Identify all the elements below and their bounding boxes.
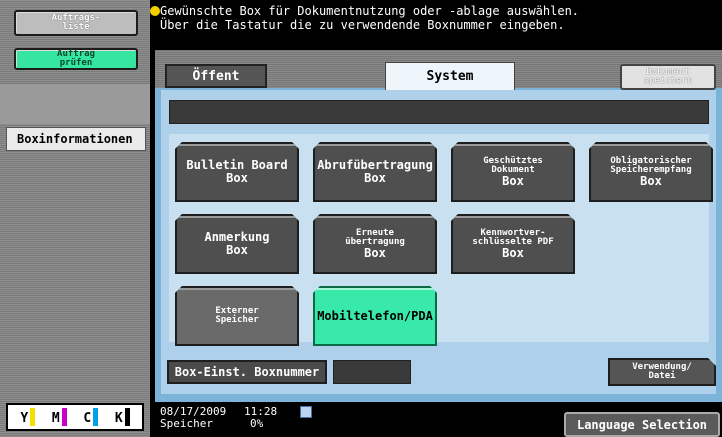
- memory-percent: 0%: [250, 417, 264, 430]
- check-job-button[interactable]: Auftrag prüfen: [14, 48, 138, 70]
- toner-black-bar: [124, 408, 130, 426]
- toner-yellow: Y: [20, 408, 36, 426]
- left-divider: [0, 84, 150, 124]
- language-selection-button[interactable]: Language Selection: [564, 412, 720, 437]
- toner-black: K: [115, 408, 130, 426]
- toner-status: Y M C K: [6, 403, 144, 431]
- box-info-button[interactable]: Boxinformationen: [6, 127, 146, 151]
- bulletin-board-box-button[interactable]: Bulletin Board Box: [175, 142, 299, 202]
- retransmit-box-button[interactable]: Erneute übertragung Box: [313, 214, 437, 274]
- tab-public-label: Öffent: [192, 68, 240, 84]
- external-memory-button[interactable]: Externer Speicher: [175, 286, 299, 346]
- toner-magenta: M: [52, 408, 67, 426]
- save-document-button[interactable]: Dokument speichern: [620, 64, 716, 90]
- polling-tx-line2: Box: [364, 171, 386, 185]
- box-number-value: [333, 360, 411, 384]
- retransmit-line3: Box: [364, 245, 386, 260]
- bulletin-board-line2: Box: [226, 171, 248, 185]
- left-panel: Auftrags- liste Auftrag prüfen Boxinform…: [0, 0, 150, 437]
- secure-doc-line3: Box: [502, 173, 524, 188]
- toner-magenta-label: M: [51, 411, 60, 426]
- mobile-pda-label: Mobiltelefon/PDA: [317, 308, 433, 323]
- usage-file-label: Verwendung/ Datei: [632, 362, 692, 381]
- info-bullet-icon: [150, 6, 160, 16]
- annotation-line2: Box: [226, 243, 248, 257]
- main-panel: Öffent System Dokument speichern Bulleti…: [155, 50, 722, 402]
- external-memory-line2: Speicher: [215, 315, 259, 325]
- toner-cyan: C: [83, 408, 99, 426]
- annotation-box-button[interactable]: Anmerkung Box: [175, 214, 299, 274]
- job-list-label: Auftrags- liste: [51, 13, 101, 32]
- message-line-2: Über die Tastatur die zu verwendende Box…: [160, 18, 565, 32]
- mandatory-memory-rx-box-button[interactable]: Obligatorischer Speicherempfang Box: [589, 142, 713, 202]
- status-bar: 08/17/2009 11:28 Speicher 0% Language Se…: [152, 402, 722, 437]
- secure-document-box-button[interactable]: Geschütztes Dokument Box: [451, 142, 575, 202]
- network-icon: [300, 406, 312, 418]
- box-info-label: Boxinformationen: [17, 132, 133, 146]
- box-selection-area: Bulletin Board Box Abrufübertragung Box …: [161, 90, 716, 394]
- encrypted-pdf-box-button[interactable]: Kennwortver- schlüsselte PDF Box: [451, 214, 575, 274]
- message-line-1: Gewünschte Box für Dokumentnutzung oder …: [160, 4, 580, 18]
- toner-cyan-bar: [93, 408, 99, 426]
- tab-public[interactable]: Öffent: [165, 64, 267, 88]
- toner-cyan-label: C: [83, 411, 92, 426]
- mobile-pda-button[interactable]: Mobiltelefon/PDA: [313, 286, 437, 346]
- usage-file-button[interactable]: Verwendung/ Datei: [608, 358, 716, 386]
- toner-black-label: K: [114, 411, 123, 426]
- tab-system-label: System: [426, 69, 474, 84]
- toner-yellow-bar: [30, 408, 36, 426]
- instruction-message: Gewünschte Box für Dokumentnutzung oder …: [150, 4, 720, 48]
- toner-magenta-bar: [61, 408, 67, 426]
- toner-yellow-label: Y: [20, 411, 29, 426]
- language-selection-label: Language Selection: [576, 417, 708, 432]
- job-list-button[interactable]: Auftrags- liste: [14, 10, 138, 36]
- mandatory-mem-line3: Box: [640, 173, 662, 188]
- tab-system[interactable]: System: [385, 62, 515, 90]
- polling-tx-box-button[interactable]: Abrufübertragung Box: [313, 142, 437, 202]
- box-setting-label: Box-Einst. Boxnummer: [174, 365, 320, 379]
- encrypted-pdf-line3: Box: [502, 245, 524, 260]
- save-document-label: Dokument speichern: [643, 67, 693, 86]
- memory-label: Speicher: [160, 417, 213, 430]
- check-job-label: Auftrag prüfen: [57, 49, 95, 68]
- box-number-display: [169, 100, 709, 124]
- box-setting-box-number-button[interactable]: Box-Einst. Boxnummer: [167, 360, 327, 384]
